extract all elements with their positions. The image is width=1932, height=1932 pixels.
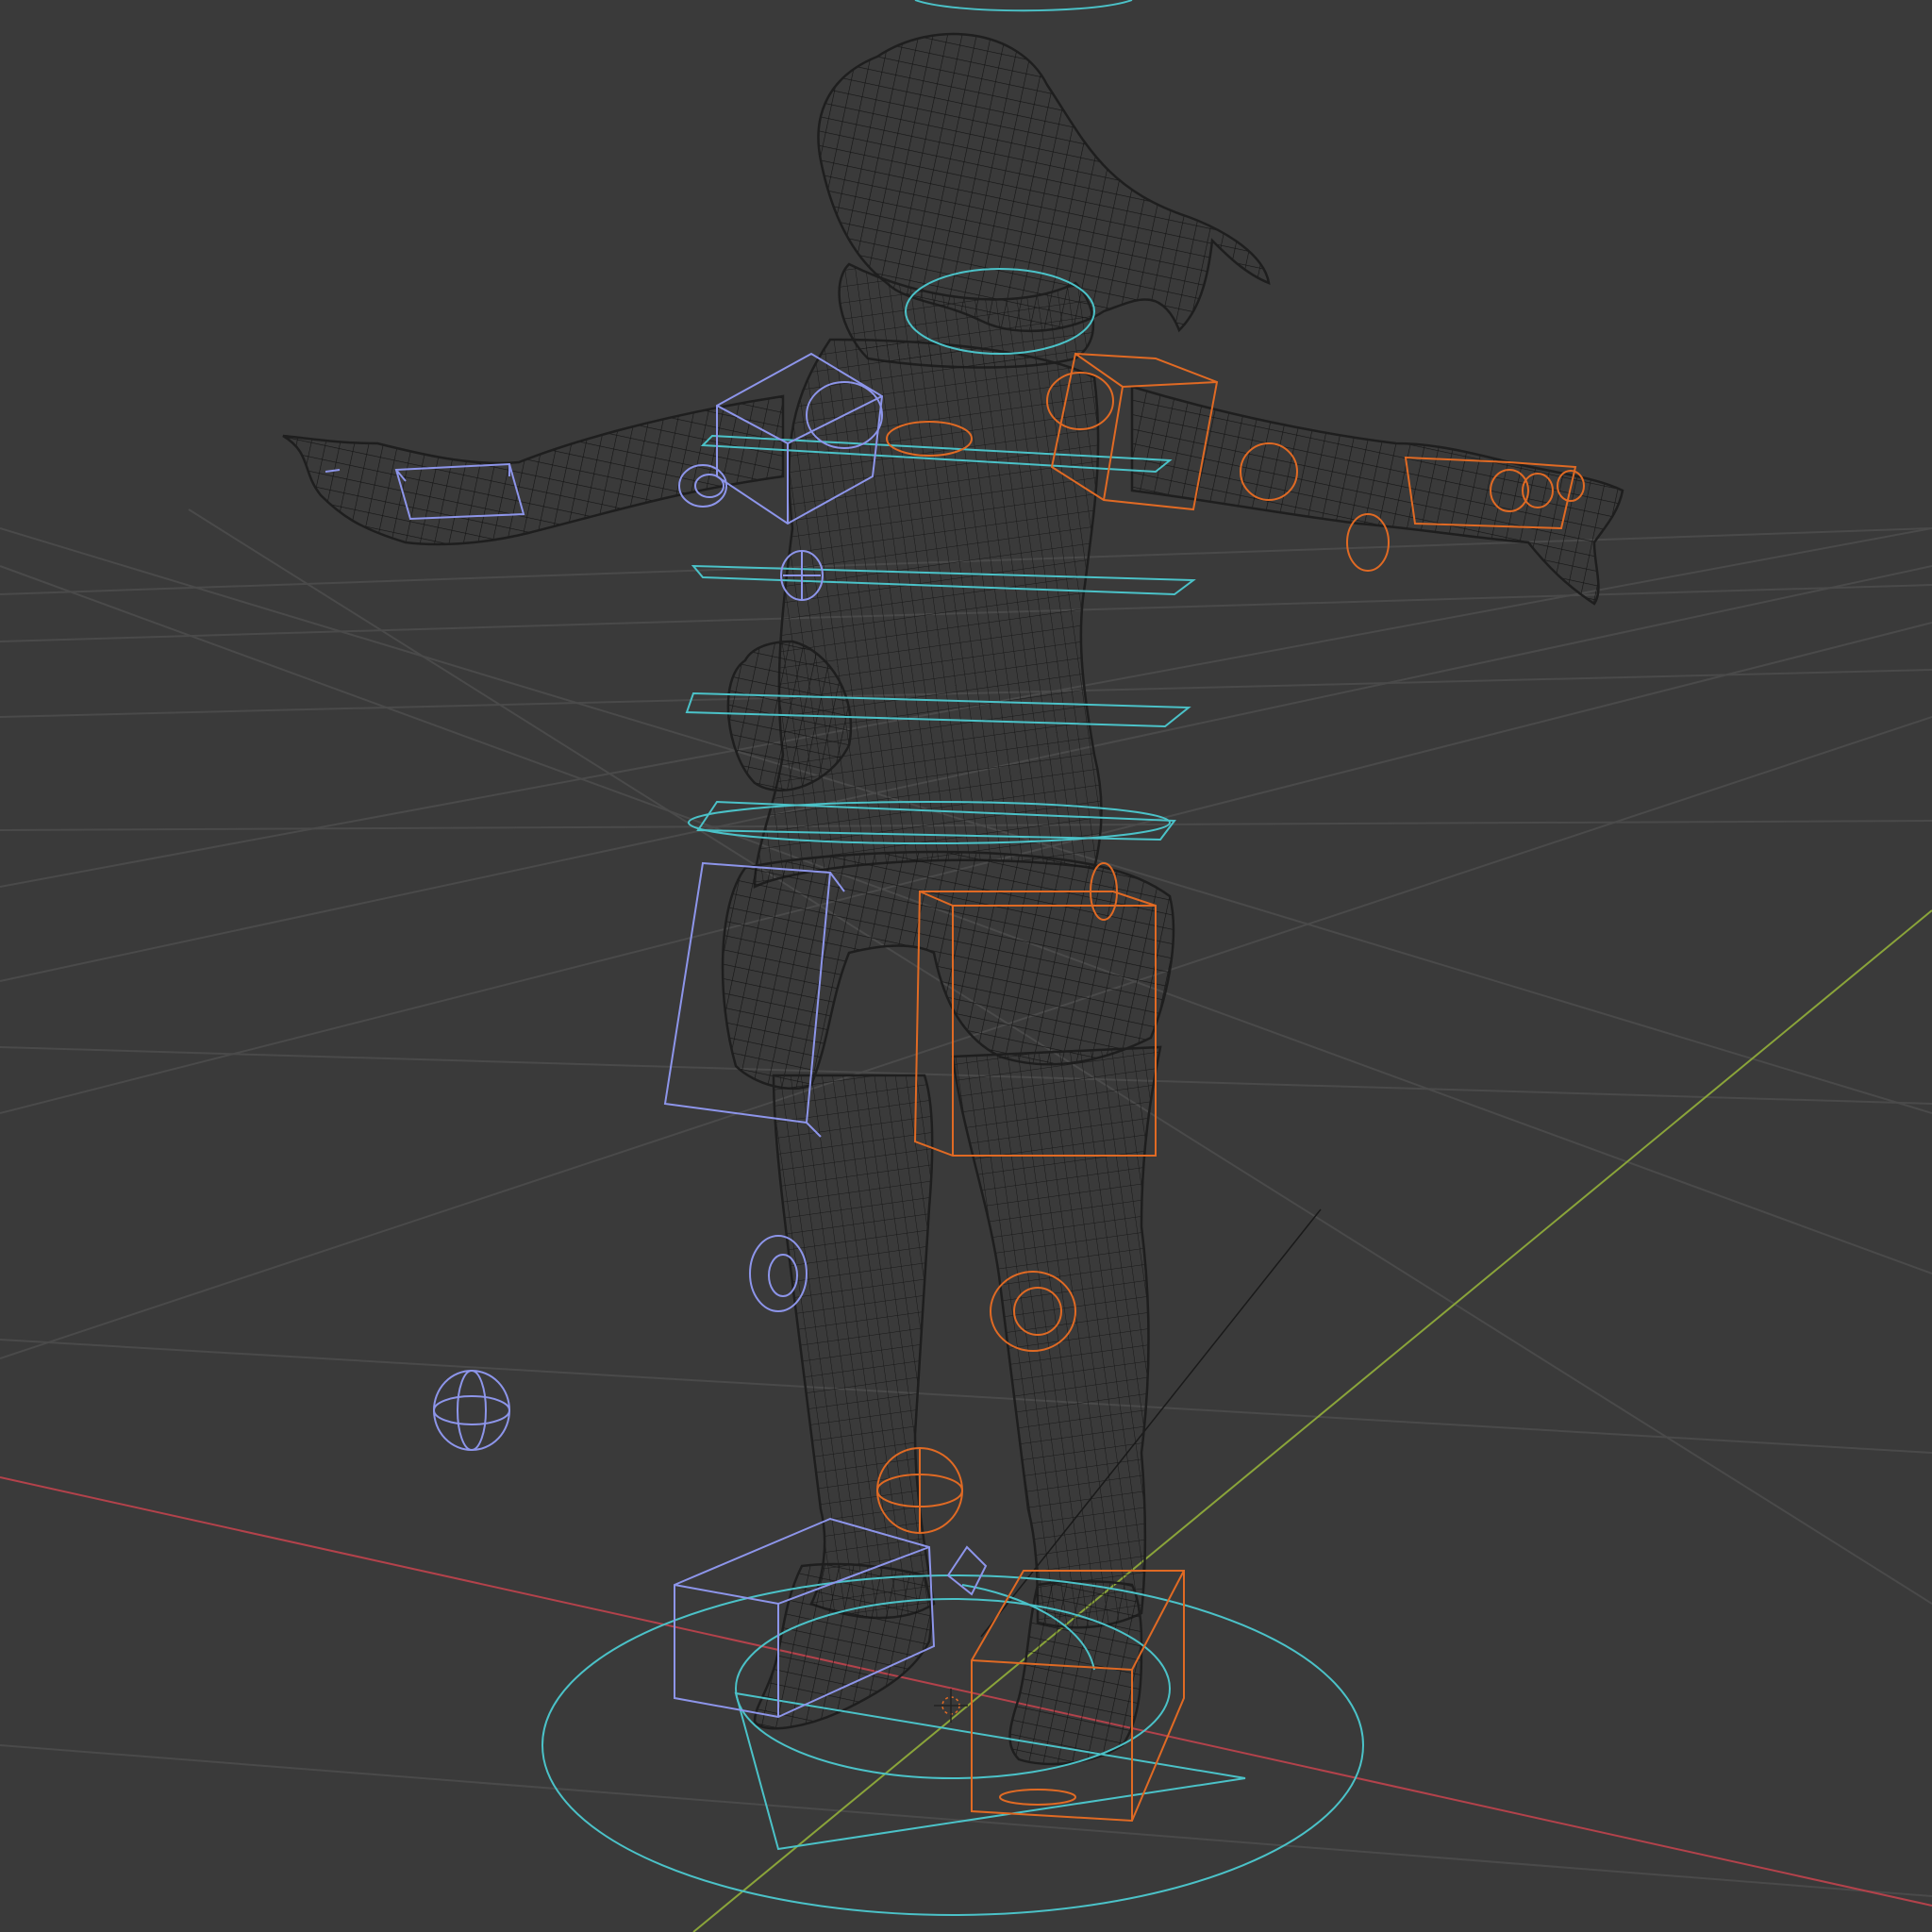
3d-viewport[interactable] bbox=[0, 0, 1932, 1932]
